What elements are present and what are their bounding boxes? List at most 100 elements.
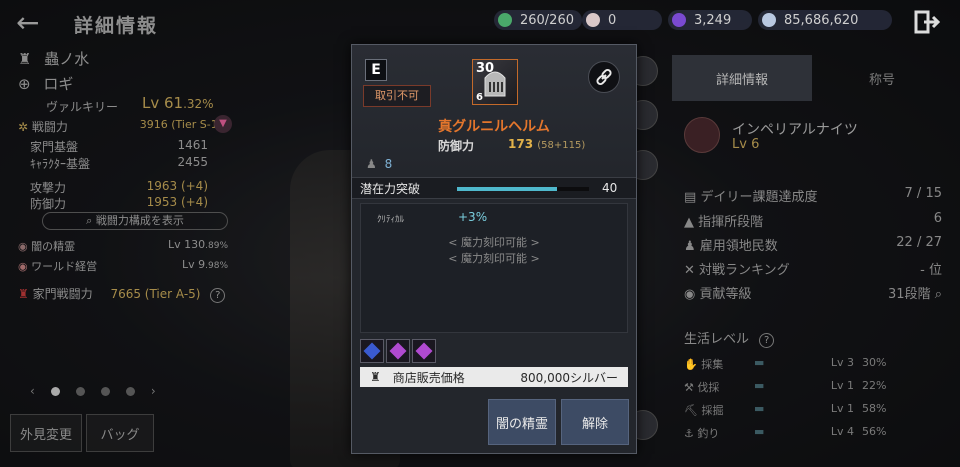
unequip-button[interactable]: 解除 bbox=[561, 399, 629, 445]
item-options-box: ｸﾘﾃｨｶﾙ +3% < 魔力刻印可能 > < 魔力刻印可能 > bbox=[360, 203, 628, 333]
potential-progress-fill bbox=[457, 187, 558, 191]
life-level: Lv 1 bbox=[830, 379, 854, 392]
button-label: 戦闘力構成を表示 bbox=[95, 214, 184, 227]
char-name: 蟲ノ水 bbox=[44, 50, 90, 68]
life-level: Lv 4 bbox=[830, 425, 854, 438]
life-pct: 22% bbox=[862, 379, 887, 392]
page-title: 詳細情報 bbox=[74, 15, 159, 37]
stat-label: ｷｬﾗｸﾀｰ基盤 bbox=[30, 157, 91, 171]
stat-label: ワールド経営 bbox=[31, 260, 98, 273]
defense-row: 防御力 173 (58+115) bbox=[438, 137, 608, 154]
worker-icon: ♟ bbox=[684, 239, 696, 254]
resource-silver: 85,686,620 bbox=[758, 10, 892, 30]
life-level: Lv 3 bbox=[830, 356, 854, 369]
helmet-icon: 30 6 bbox=[472, 59, 518, 105]
life-badge: ▬ bbox=[754, 356, 765, 369]
resource-energy: 260/260 bbox=[494, 10, 582, 30]
level-display: Lv 61.32% bbox=[142, 94, 214, 112]
bag-button[interactable]: バッグ bbox=[86, 414, 154, 452]
life-row: ⛏ 採掘 ▬ Lv 1 58% bbox=[684, 402, 946, 418]
life-row: ⚒ 伐採 ▬ Lv 1 22% bbox=[684, 379, 946, 395]
char-name-row: ♜ 蟲ノ水 bbox=[18, 48, 89, 69]
potential-row: 潜在力突破 40 bbox=[352, 177, 636, 199]
dark-spirit-button[interactable]: 闇の精霊 bbox=[488, 399, 556, 445]
crystal-slot[interactable] bbox=[386, 339, 410, 363]
purple-orb-icon bbox=[672, 13, 686, 27]
search-icon[interactable]: ⌕ bbox=[935, 287, 942, 302]
item-sub-level: 6 bbox=[476, 92, 483, 103]
contribution-icon: ◉ bbox=[684, 287, 696, 302]
stat-label: 家門基盤 bbox=[30, 140, 79, 154]
stat-value: 6 bbox=[933, 211, 942, 226]
section-title: 生活レベル bbox=[684, 332, 750, 347]
item-enhance-level: 30 bbox=[476, 61, 495, 76]
tier-badge-icon[interactable]: ▼ bbox=[214, 115, 232, 133]
stat-label: 貢献等級 bbox=[699, 287, 752, 302]
life-badge: ▬ bbox=[754, 402, 765, 415]
item-grade-badge: E bbox=[365, 59, 387, 81]
page-dot[interactable] bbox=[75, 386, 85, 396]
search-icon: ⌕ bbox=[86, 214, 93, 227]
gather-icon: ✋ bbox=[684, 358, 698, 371]
class-name: ヴァルキリー bbox=[46, 100, 119, 114]
tab-titles[interactable]: 称号 bbox=[812, 55, 952, 101]
help-icon[interactable]: ? bbox=[210, 288, 226, 303]
family-cp-row: ♜ 家門戦闘力 7665 (Tier A-5) ? bbox=[18, 285, 248, 303]
stat-value: Lv 9 bbox=[181, 258, 206, 271]
life-row: ⚓ 釣り ▬ Lv 4 56% bbox=[684, 425, 946, 441]
quest-icon: ▤ bbox=[684, 190, 697, 205]
stat-row: 攻撃力 1963 (+4) bbox=[30, 179, 208, 196]
cp-icon: ✲ bbox=[18, 120, 29, 134]
link-button[interactable] bbox=[588, 61, 620, 93]
family-icon: ⊕ bbox=[18, 75, 31, 93]
life-label: 伐採 bbox=[697, 381, 720, 394]
resource-value: 3,249 bbox=[694, 12, 732, 28]
family-name-row: ⊕ ロギ bbox=[18, 73, 73, 94]
page-dot[interactable] bbox=[100, 386, 110, 396]
potential-progress-bar bbox=[457, 187, 589, 191]
life-pct: 58% bbox=[862, 402, 887, 415]
stat-value: 3916 (Tier S-1) bbox=[139, 118, 222, 131]
stat-label: 指揮所段階 bbox=[698, 215, 764, 230]
stat-row: ｷｬﾗｸﾀｰ基盤 2455 bbox=[30, 155, 208, 172]
item-name: 真グルニルヘルム bbox=[438, 119, 550, 135]
link-icon bbox=[596, 68, 612, 86]
potential-value: 40 bbox=[602, 181, 618, 195]
stat-value: 7 / 15 bbox=[904, 186, 942, 201]
next-arrow-icon[interactable]: › bbox=[151, 384, 156, 398]
weight-row: ♟ 8 bbox=[366, 157, 392, 171]
show-cp-breakdown-button[interactable]: ⌕ 戦闘力構成を表示 bbox=[42, 212, 228, 230]
crystal-slot[interactable] bbox=[360, 339, 384, 363]
exit-icon[interactable] bbox=[914, 10, 941, 34]
back-arrow-icon[interactable]: ← bbox=[16, 9, 39, 37]
tab-details[interactable]: 詳細情報 bbox=[672, 55, 812, 101]
stat-label: 雇用領地民数 bbox=[699, 239, 778, 254]
price-label: 商店販売価格 bbox=[392, 370, 465, 385]
stat-value: 1953 (+4) bbox=[146, 195, 208, 209]
life-row: ✋ 採集 ▬ Lv 3 30% bbox=[684, 356, 946, 372]
appearance-change-button[interactable]: 外見変更 bbox=[10, 414, 82, 452]
pickaxe-icon: ⛏ bbox=[684, 404, 698, 417]
defense-value: 173 bbox=[508, 137, 534, 151]
weight-value: 8 bbox=[384, 157, 393, 171]
untradable-badge: 取引不可 bbox=[363, 85, 431, 107]
defense-detail: (58+115) bbox=[537, 140, 586, 151]
world-management-row: ◉ ワールド経営 Lv 9.98% bbox=[18, 258, 228, 274]
resource-purple: 3,249 bbox=[668, 10, 752, 30]
prev-arrow-icon[interactable]: ‹ bbox=[30, 384, 35, 398]
life-level: Lv 1 bbox=[830, 402, 854, 415]
stat-row-daily: ▤ デイリー課題達成度 7 / 15 bbox=[684, 186, 942, 205]
resource-value: 0 bbox=[608, 12, 617, 28]
stat-row-ranking: ✕ 対戦ランキング - 位 bbox=[684, 259, 942, 278]
defense-label: 防御力 bbox=[438, 139, 475, 153]
item-detail-popup: E 取引不可 30 6 真グルニルヘルム 防御力 173 (58+115) ♟ … bbox=[351, 44, 637, 454]
magic-engrave-slot: < 魔力刻印可能 > bbox=[448, 252, 540, 265]
page-dot[interactable] bbox=[125, 386, 135, 396]
stat-label: 家門戦闘力 bbox=[32, 287, 93, 301]
page-dot[interactable] bbox=[50, 386, 60, 396]
stat-value: - 位 bbox=[920, 263, 942, 278]
help-icon[interactable]: ? bbox=[759, 333, 775, 348]
stat-value: 22 / 27 bbox=[896, 235, 942, 250]
family-name: ロギ bbox=[43, 75, 74, 93]
crystal-slot[interactable] bbox=[412, 339, 436, 363]
